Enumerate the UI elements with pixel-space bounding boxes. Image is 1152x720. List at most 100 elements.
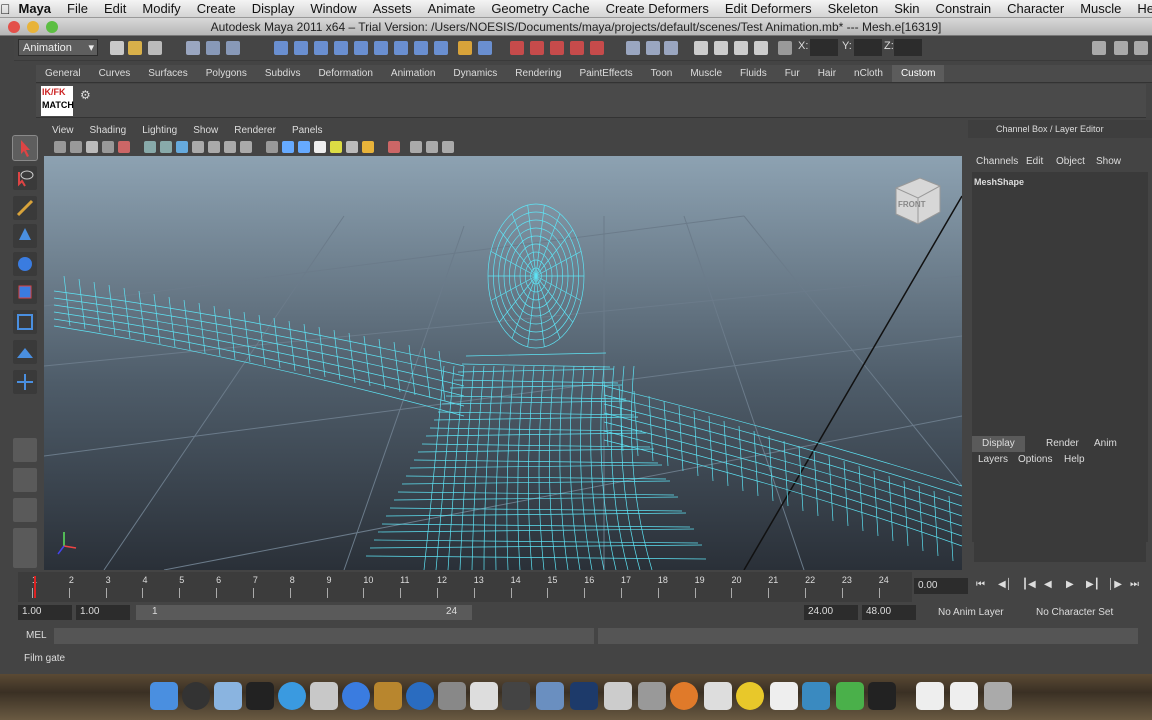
menu-help[interactable]: Help <box>1129 1 1152 16</box>
panel-menu-lighting[interactable]: Lighting <box>142 123 177 138</box>
safe-title-icon[interactable] <box>240 141 252 153</box>
tool-settings-toggle-icon[interactable] <box>1134 41 1148 55</box>
save-scene-icon[interactable] <box>148 41 162 55</box>
input-field-mode-icon[interactable] <box>778 41 792 55</box>
snap-to-grid-icon[interactable] <box>510 41 524 55</box>
shelf-tab-deformation[interactable]: Deformation <box>309 65 381 82</box>
select-object-icon[interactable] <box>206 41 220 55</box>
character-set-label[interactable]: No Character Set <box>1036 607 1113 618</box>
play-forwards-icon[interactable]: ▶ <box>1066 579 1074 590</box>
shadows-icon[interactable] <box>362 141 374 153</box>
menu-geometry-cache[interactable]: Geometry Cache <box>483 1 597 16</box>
firefox-icon[interactable] <box>670 682 698 710</box>
channel-object-menu[interactable]: Object <box>1056 156 1085 167</box>
play-backwards-icon[interactable]: ◀ <box>1044 579 1052 590</box>
wireframe-on-shaded-icon[interactable] <box>298 141 310 153</box>
two-d-pan-zoom-icon[interactable] <box>118 141 130 153</box>
select-by-handle-icon[interactable] <box>274 41 288 55</box>
shelf-tab-fur[interactable]: Fur <box>776 65 809 82</box>
input-ops-icon[interactable] <box>626 41 640 55</box>
textured-icon[interactable] <box>314 141 326 153</box>
snap-to-view-plane-icon[interactable] <box>570 41 584 55</box>
menu-display[interactable]: Display <box>244 1 303 16</box>
scene-end-field[interactable]: 48.00 <box>862 605 916 620</box>
channels-menu[interactable]: Channels <box>976 156 1018 167</box>
sidebar-toggle-icon[interactable] <box>1092 41 1106 55</box>
script-editor-icon[interactable] <box>770 682 798 710</box>
grid-icon[interactable] <box>144 141 156 153</box>
menu-character[interactable]: Character <box>999 1 1072 16</box>
view-cube[interactable]: FRONT <box>890 174 942 226</box>
step-forward-frame-icon[interactable]: ▶┃ <box>1086 579 1100 590</box>
dashboard-icon[interactable] <box>182 682 210 710</box>
snap-to-curve-icon[interactable] <box>530 41 544 55</box>
default-lighting-icon[interactable] <box>330 141 342 153</box>
current-time-marker[interactable] <box>34 576 36 598</box>
menu-create[interactable]: Create <box>189 1 244 16</box>
field-chart-icon[interactable] <box>208 141 220 153</box>
select-question-icon[interactable] <box>434 41 448 55</box>
image-plane-icon[interactable] <box>102 141 114 153</box>
wireframe-icon[interactable] <box>266 141 278 153</box>
z-field[interactable] <box>894 39 922 56</box>
shelf-tab-general[interactable]: General <box>36 65 90 82</box>
downloads-stack-icon[interactable] <box>950 682 978 710</box>
current-frame-field[interactable]: 0.00 <box>914 578 968 594</box>
pen-tool-app-icon[interactable] <box>604 682 632 710</box>
shelf-tab-polygons[interactable]: Polygons <box>197 65 256 82</box>
menu-assets[interactable]: Assets <box>365 1 420 16</box>
step-forward-key-icon[interactable]: │▶ <box>1108 579 1122 590</box>
select-misc-icon[interactable] <box>414 41 428 55</box>
manipulator-tool-icon[interactable] <box>13 310 37 334</box>
open-scene-icon[interactable] <box>128 41 142 55</box>
select-component-icon[interactable] <box>226 41 240 55</box>
final-cut-icon[interactable] <box>502 682 530 710</box>
x-field[interactable] <box>810 39 838 56</box>
trash-icon[interactable] <box>984 682 1012 710</box>
shelf-tab-hair[interactable]: Hair <box>809 65 845 82</box>
photoshop-icon[interactable] <box>570 682 598 710</box>
shelf-tab-curves[interactable]: Curves <box>90 65 140 82</box>
itunes-icon[interactable] <box>342 682 370 710</box>
film-gate-icon[interactable] <box>160 141 172 153</box>
resolution-gate-icon[interactable] <box>176 141 188 153</box>
soft-mod-tool-icon[interactable] <box>13 340 37 364</box>
menu-file[interactable]: File <box>59 1 96 16</box>
channel-box-toggle-icon[interactable] <box>1114 41 1128 55</box>
menu-modify[interactable]: Modify <box>134 1 188 16</box>
calculator-icon[interactable] <box>704 682 732 710</box>
layer-tab-render[interactable]: Render <box>1036 436 1089 452</box>
menu-skeleton[interactable]: Skeleton <box>820 1 887 16</box>
hypershade-icon[interactable] <box>754 41 768 55</box>
lock-selection-icon[interactable] <box>458 41 472 55</box>
panel-menu-view[interactable]: View <box>52 123 74 138</box>
output-ops-icon[interactable] <box>646 41 660 55</box>
panel-menu-panels[interactable]: Panels <box>292 123 323 138</box>
shelf-tab-muscle[interactable]: Muscle <box>681 65 731 82</box>
options-menu[interactable]: Options <box>1018 454 1052 465</box>
outliner-layout-icon[interactable] <box>13 498 37 522</box>
select-tool-icon[interactable] <box>12 135 38 161</box>
anim-start-field[interactable]: 1.00 <box>76 605 130 620</box>
select-by-surface-icon[interactable] <box>334 41 348 55</box>
step-back-frame-icon[interactable]: ┃◀ <box>1022 579 1036 590</box>
safari-icon[interactable] <box>278 682 306 710</box>
select-by-joint-icon[interactable] <box>294 41 308 55</box>
panel-menu-renderer[interactable]: Renderer <box>234 123 276 138</box>
smooth-shade-icon[interactable] <box>282 141 294 153</box>
select-hierarchy-icon[interactable] <box>186 41 200 55</box>
layer-tab-display[interactable]: Display <box>972 436 1025 452</box>
ikfk-match-button[interactable]: IK/FK MATCH <box>41 86 74 116</box>
isolate-select-icon[interactable] <box>388 141 400 153</box>
channel-show-menu[interactable]: Show <box>1096 156 1121 167</box>
shelf-tab-subdivs[interactable]: Subdivs <box>256 65 310 82</box>
bookmarks-icon[interactable] <box>86 141 98 153</box>
menu-edit-deformers[interactable]: Edit Deformers <box>717 1 820 16</box>
four-pane-layout-icon[interactable] <box>13 468 37 492</box>
share-icon[interactable] <box>442 141 454 153</box>
shelf-tab-toon[interactable]: Toon <box>642 65 682 82</box>
menu-create-deformers[interactable]: Create Deformers <box>598 1 717 16</box>
single-pane-layout-icon[interactable] <box>13 438 37 462</box>
move-tool-icon[interactable] <box>13 224 37 248</box>
channel-object-name[interactable]: MeshShape <box>974 177 1024 187</box>
